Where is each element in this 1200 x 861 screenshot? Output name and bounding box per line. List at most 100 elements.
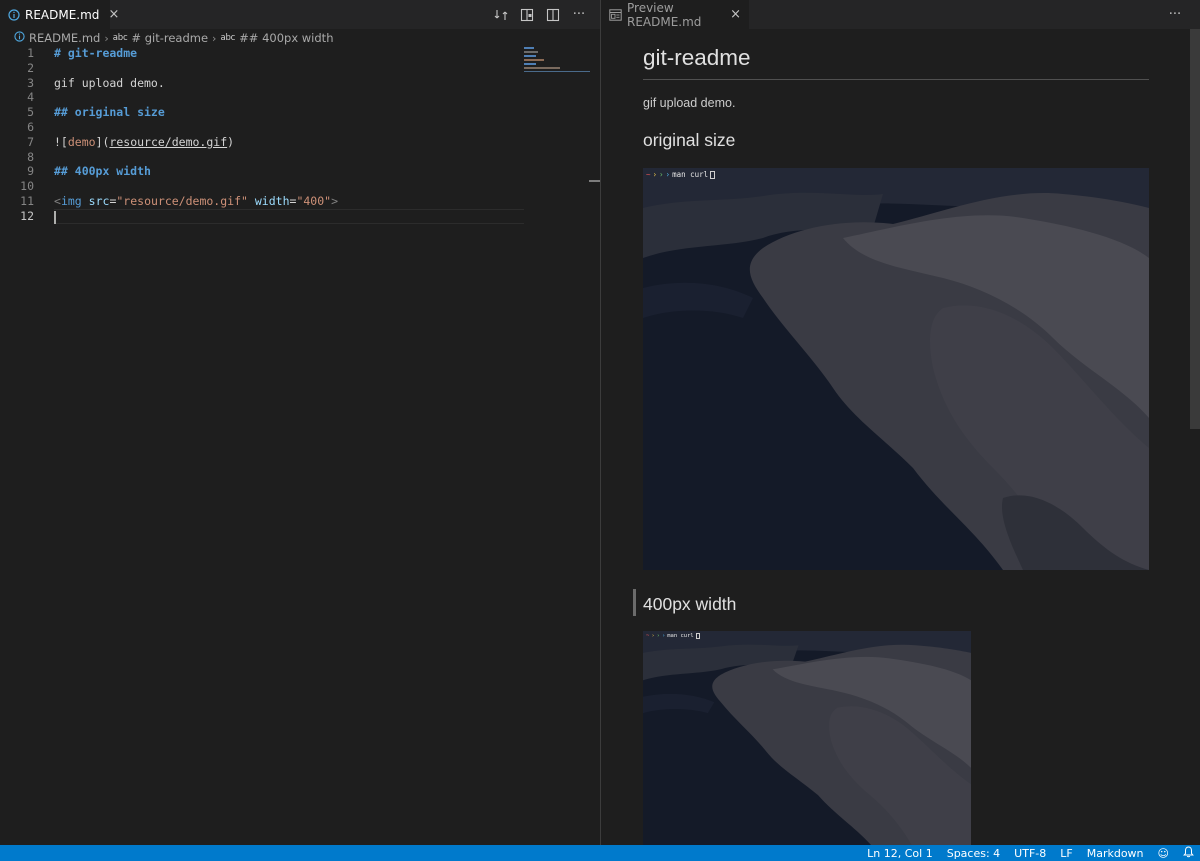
prompt-tilde: ~: [646, 633, 650, 639]
text-token: gif upload demo.: [54, 75, 165, 90]
chevron-right-icon: ›: [104, 31, 109, 45]
tab-preview-readme[interactable]: Preview README.md ×: [601, 0, 749, 29]
code-line[interactable]: ## original size: [54, 105, 524, 120]
minimap-line: [524, 71, 590, 72]
breadcrumb: README.md › abc # git-readme › abc ## 40…: [14, 29, 333, 47]
prompt-arrow: ›: [652, 170, 658, 179]
preview-scrollbar-thumb[interactable]: [1190, 29, 1200, 429]
breadcrumb-file[interactable]: README.md: [29, 31, 100, 45]
preview-icon: [609, 8, 622, 22]
code-line[interactable]: [54, 61, 524, 76]
heading-token: ## 400px width: [54, 164, 151, 179]
minimap-line: [524, 67, 560, 69]
line-number-gutter: 1 2 3 4 5 6 7 8 9 10 11 12: [0, 46, 42, 224]
minimap-line: [524, 51, 538, 53]
indentation[interactable]: Spaces: 4: [947, 847, 1000, 860]
demo-gif-400px: ~ › › › man curl: [643, 631, 971, 845]
status-bar: Ln 12, Col 1 Spaces: 4 UTF-8 LF Markdown…: [0, 845, 1200, 861]
preview-heading-400px-width: 400px width: [643, 594, 737, 614]
cursor-position[interactable]: Ln 12, Col 1: [867, 847, 933, 860]
line-number: 2: [27, 60, 34, 75]
link-text-token: demo: [67, 134, 96, 149]
editor-actions: ···: [1162, 0, 1188, 29]
heading-token: ## original size: [54, 105, 165, 120]
heading-token: # git-readme: [54, 46, 138, 60]
breadcrumb-symbol-heading[interactable]: # git-readme: [131, 31, 208, 45]
prompt-arrow: ›: [651, 633, 655, 639]
text-cursor: [54, 210, 56, 224]
split-editor-icon[interactable]: [540, 4, 566, 26]
tab-label: Preview README.md: [627, 0, 702, 29]
coastline-image: [643, 631, 971, 845]
line-number: 12: [20, 208, 34, 223]
more-actions-icon[interactable]: ···: [566, 4, 592, 26]
terminal-command: man curl: [672, 170, 709, 179]
minimap[interactable]: [524, 46, 590, 76]
attribute-name-token: src: [88, 193, 110, 208]
tab-bar: Preview README.md × ···: [601, 0, 1200, 29]
preview-heading-1: git-readme: [643, 45, 1149, 80]
code-line[interactable]: [54, 179, 524, 194]
breadcrumb-symbol-subheading[interactable]: ## 400px width: [239, 31, 333, 45]
prompt-tilde: ~: [646, 170, 651, 179]
code-line[interactable]: # git-readme: [54, 46, 524, 61]
minimap-line: [524, 55, 536, 57]
line-number: 6: [27, 119, 34, 134]
minimap-line: [524, 47, 534, 49]
string-symbol-icon: abc: [112, 33, 128, 43]
terminal-prompt: ~ › › › man curl: [646, 170, 716, 179]
code-line-current[interactable]: [54, 208, 524, 224]
line-number: 4: [27, 90, 34, 105]
coastline-image: [643, 168, 1149, 570]
more-actions-icon[interactable]: ···: [1162, 4, 1188, 26]
status-bar-items: Ln 12, Col 1 Spaces: 4 UTF-8 LF Markdown…: [867, 845, 1194, 861]
line-number: 10: [20, 179, 34, 194]
code-line[interactable]: [54, 90, 524, 105]
info-icon: [8, 8, 20, 22]
code-line[interactable]: [54, 120, 524, 135]
punctuation-token: ](: [95, 134, 110, 149]
code-line[interactable]: [54, 150, 524, 165]
punctuation-token: ![: [54, 134, 68, 149]
code-line[interactable]: <img src="resource/demo.gif" width="400"…: [54, 194, 524, 209]
editor-actions: ···: [488, 0, 592, 29]
attribute-value-token: "resource/demo.gif": [116, 193, 248, 208]
info-icon: [14, 31, 25, 45]
line-number: 3: [27, 75, 34, 90]
close-icon[interactable]: ×: [730, 7, 741, 22]
line-number: 5: [27, 105, 34, 120]
tag-bracket-token: >: [331, 193, 338, 208]
tag-name-token: img: [60, 193, 82, 208]
code-line[interactable]: gif upload demo.: [54, 76, 524, 91]
code-editor[interactable]: # git-readme gif upload demo. ## origina…: [54, 46, 524, 224]
prompt-arrow: ›: [661, 633, 666, 639]
compare-changes-icon[interactable]: [488, 4, 514, 26]
tag-bracket-token: <: [54, 193, 61, 208]
code-line[interactable]: ## 400px width: [54, 164, 524, 179]
preview-heading-original-size: original size: [643, 130, 736, 150]
open-preview-side-icon[interactable]: [514, 4, 540, 26]
feedback-icon[interactable]: ☺: [1158, 847, 1169, 860]
prompt-arrow: ›: [656, 633, 660, 639]
line-number: 1: [27, 46, 34, 60]
attribute-value-token: "400": [296, 193, 332, 208]
preview-scroll-sync-marker: [633, 589, 636, 616]
terminal-cursor: [695, 633, 700, 639]
terminal-prompt: ~ › › › man curl: [646, 633, 700, 639]
encoding[interactable]: UTF-8: [1014, 847, 1046, 860]
language-mode[interactable]: Markdown: [1087, 847, 1144, 860]
chevron-right-icon: ›: [212, 31, 217, 45]
line-number: 9: [27, 164, 34, 179]
string-symbol-icon: abc: [220, 33, 236, 43]
minimap-line: [524, 63, 536, 65]
close-icon[interactable]: ×: [108, 7, 119, 22]
prompt-arrow: ›: [659, 170, 664, 179]
tab-readme[interactable]: README.md ×: [0, 0, 119, 29]
code-line[interactable]: ![demo](resource/demo.gif): [54, 135, 524, 150]
line-number: 7: [27, 134, 34, 149]
minimap-line: [524, 59, 544, 61]
end-of-line[interactable]: LF: [1060, 847, 1072, 860]
bell-icon[interactable]: [1183, 845, 1194, 861]
link-url-token[interactable]: resource/demo.gif: [109, 135, 227, 149]
line-number: 11: [20, 193, 34, 208]
